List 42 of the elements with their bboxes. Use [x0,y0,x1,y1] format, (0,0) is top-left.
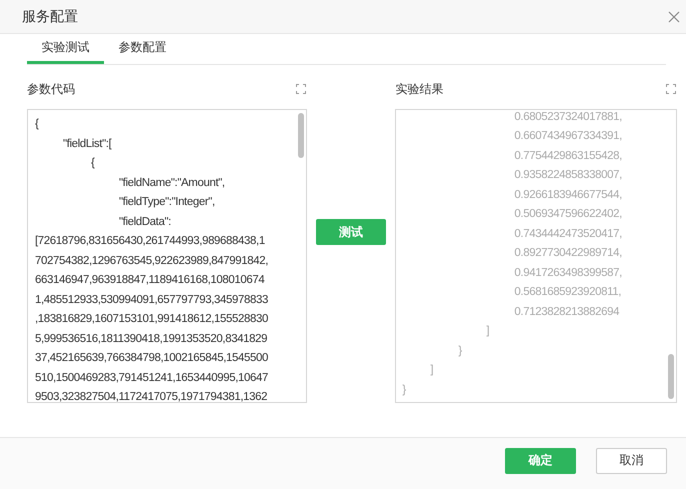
code-line: 9503,323827504,1172417075,1971794381,1362 [35,390,268,402]
code-line: 510,1500469283,791451241,1653440995,10647 [35,370,270,386]
code-line: 5,999536516,1811390418,1991353520,8341829 [35,332,268,346]
code-line: 0.5069347596622402, [513,207,623,222]
expand-icon[interactable] [666,84,676,94]
code-line: 0.6805237324017881, [513,110,623,124]
code-line: "fieldType":"Integer", [118,195,216,210]
code-line: 0.7123828213882694 [513,304,620,320]
cancel-button[interactable]: 取消 [596,448,667,474]
code-line: ] [429,363,434,378]
code-line: [72618796,831656430,261744993,989688438,1 [35,234,266,249]
code-line: ] [485,324,490,339]
tab[interactable]: 实验测试 [27,34,104,64]
code-line: 0.7754429863155428, [513,148,623,164]
tab[interactable]: 参数配置 [104,34,181,64]
code-line: { [90,156,96,171]
code-line: } [402,382,407,398]
code-line: 1,485512933,530994091,657797793,345978833 [35,292,270,308]
code-line: 0.9417263498399587, [513,266,623,280]
code-line: } [457,344,463,358]
close-icon[interactable] [668,10,680,22]
code-line: 0.6607434967334391, [513,129,623,144]
code-line: "fieldList":[ [62,136,112,152]
code-line: 37,452165639,766384798,1002165845,1545500 [35,351,270,366]
expand-icon[interactable] [296,84,306,94]
panel-label: 参数代码 [27,80,75,98]
code-line: 0.8927730422989714, [513,246,623,261]
code-line: 0.9358224858338007, [513,168,623,183]
code-line: ,183816829,1607153101,991418612,155528830 [35,312,270,327]
panel-label: 实验结果 [395,80,444,98]
code-line: 0.7434442473520417, [513,226,623,242]
code-line: "fieldData": [118,214,172,230]
code-line: 702754382,1296763545,922623989,847991842, [35,254,270,268]
dialog-title: 服务配置 [22,8,78,26]
code-area[interactable] [27,109,307,403]
code-line: 663146947,963918847,1189416168,108010674 [35,273,266,288]
scrollbar[interactable] [298,113,304,158]
code-line: { [35,117,40,132]
code-line: "fieldName":"Amount", [118,176,226,190]
scrollbar[interactable] [668,354,674,399]
code-line: 0.9266183946677544, [513,188,623,202]
code-line: 0.5681685923920811, [513,285,622,300]
